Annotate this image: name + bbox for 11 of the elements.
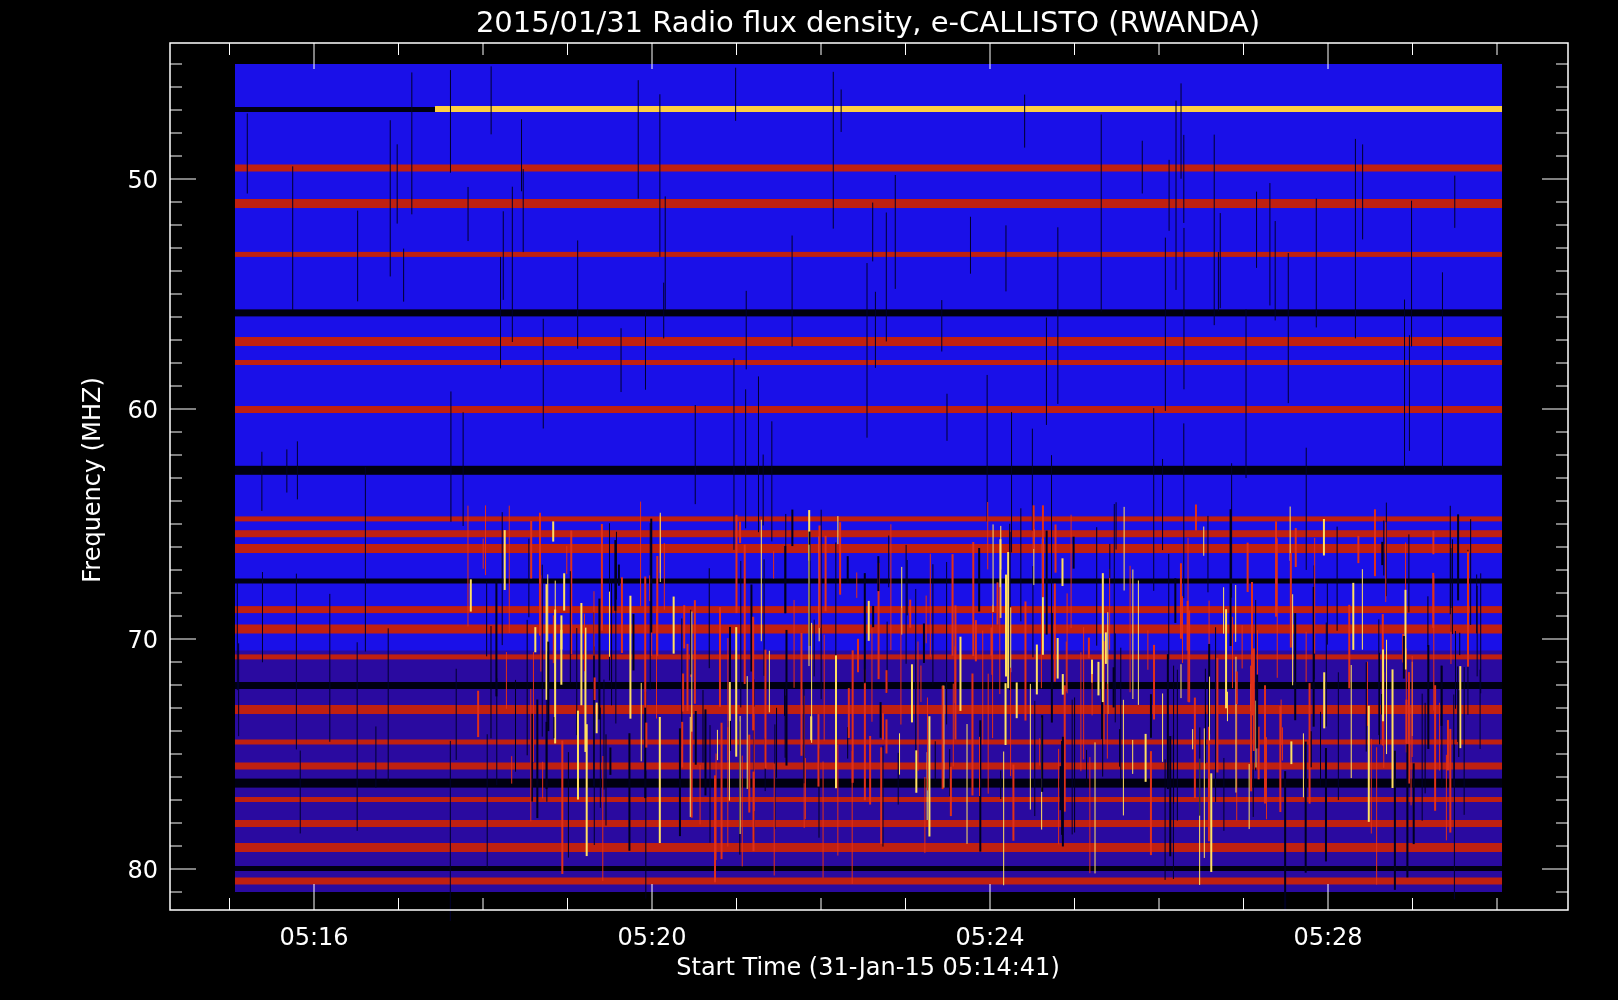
x-tick-label: 05:16 — [279, 923, 349, 951]
y-tick-label: 50 — [127, 166, 158, 194]
x-axis-label: Start Time (31-Jan-15 05:14:41) — [676, 953, 1060, 981]
y-tick-label: 60 — [127, 396, 158, 424]
y-tick-label: 80 — [127, 856, 158, 884]
x-tick-label: 05:24 — [955, 923, 1025, 951]
chart-title: 2015/01/31 Radio flux density, e-CALLISTO (RWANDA) — [475, 5, 1261, 39]
y-tick-label: 70 — [127, 626, 158, 654]
y-axis-label: Frequency (MHZ) — [78, 377, 106, 583]
x-tick-label: 05:28 — [1293, 923, 1363, 951]
x-tick-label: 05:20 — [617, 923, 687, 951]
